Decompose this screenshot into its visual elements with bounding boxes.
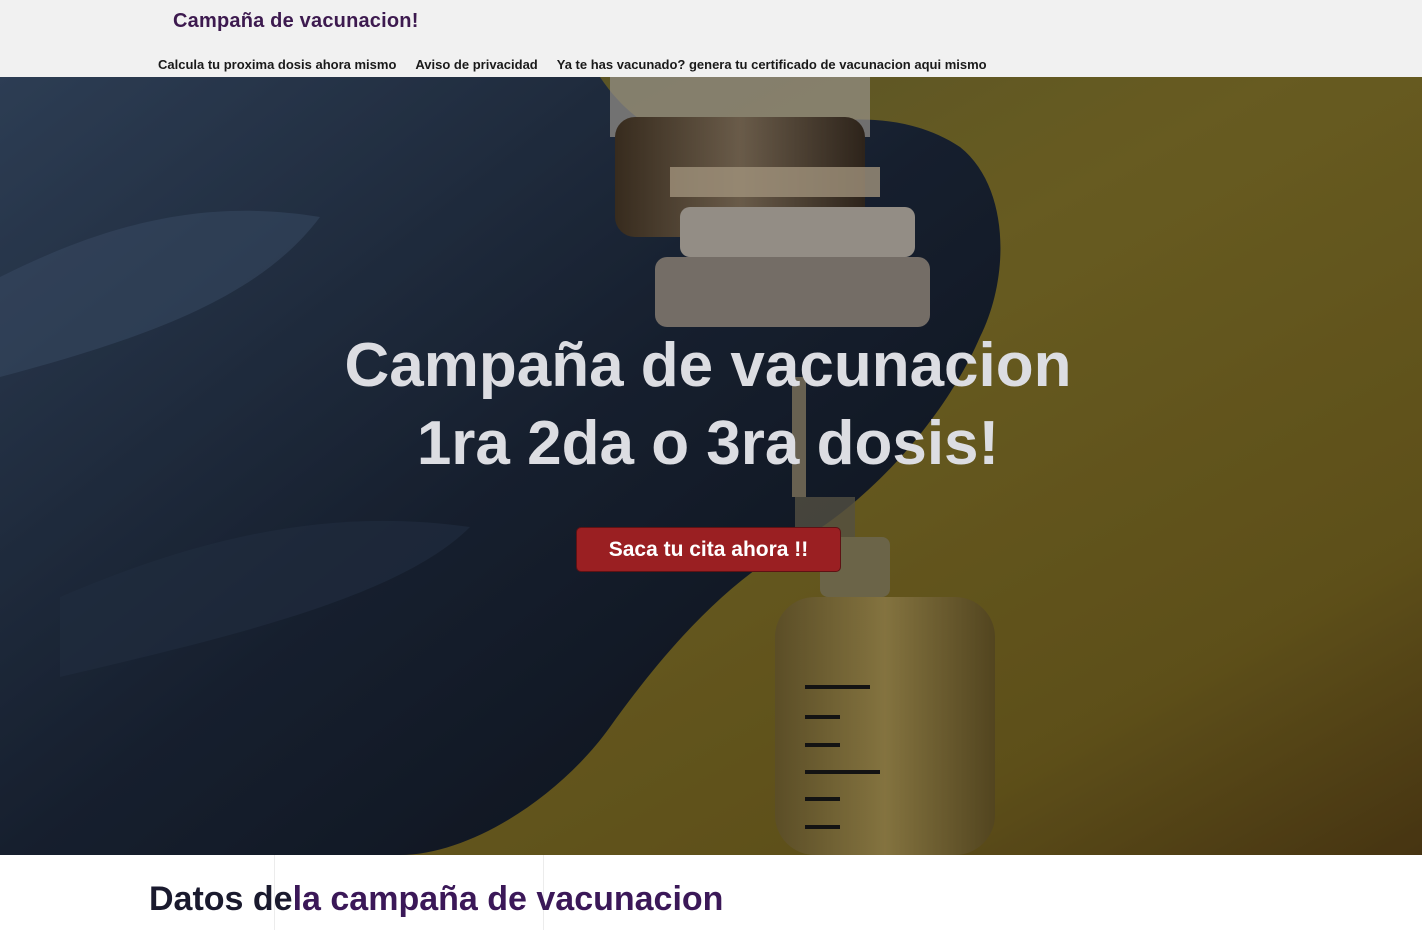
hero-title: Campaña de vacunacion 1ra 2da o 3ra dosi…	[0, 327, 1416, 483]
hero-title-line-2: 1ra 2da o 3ra dosis!	[416, 409, 1000, 478]
nav-link-certificado[interactable]: Ya te has vacunado? genera tu certificad…	[557, 57, 987, 72]
section-title-part-2: la campaña de vacunacion	[292, 880, 724, 918]
nav-link-aviso-privacidad[interactable]: Aviso de privacidad	[415, 57, 537, 72]
hero-banner: Campaña de vacunacion 1ra 2da o 3ra dosi…	[0, 77, 1422, 855]
hero-title-line-1: Campaña de vacunacion	[344, 331, 1072, 400]
nav-link-proxima-dosis[interactable]: Calcula tu proxima dosis ahora mismo	[158, 57, 396, 72]
brand-link[interactable]: Campaña de vacunacion!	[173, 10, 419, 33]
book-appointment-button[interactable]: Saca tu cita ahora !!	[576, 527, 841, 572]
main-nav: Calcula tu proxima dosis ahora mismo Avi…	[158, 57, 987, 72]
top-header: Campaña de vacunacion! Calcula tu proxim…	[0, 0, 1422, 77]
section-title: Datos dela campaña de vacunacion	[149, 880, 723, 919]
section-title-part-1: Datos de	[149, 880, 293, 918]
